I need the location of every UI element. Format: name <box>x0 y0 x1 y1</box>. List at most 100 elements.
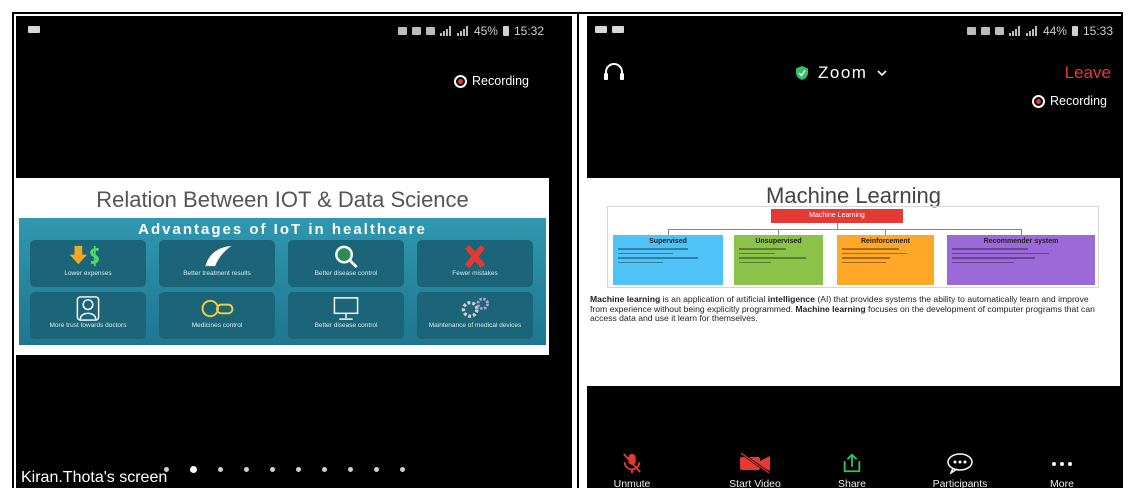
recording-indicator: Recording <box>1032 94 1107 108</box>
wifi-icon <box>994 27 1004 35</box>
text-line <box>618 248 688 250</box>
page-dot[interactable] <box>374 467 379 472</box>
page-dot[interactable] <box>400 467 405 472</box>
text-line <box>739 248 787 250</box>
sim-icon <box>980 27 990 35</box>
text-line <box>842 261 886 263</box>
page-dot[interactable] <box>322 467 327 472</box>
connector-line <box>668 229 1022 230</box>
record-icon <box>454 74 468 88</box>
record-icon <box>1032 94 1046 108</box>
alarm-icon <box>966 27 976 35</box>
magnifier-icon <box>335 245 358 269</box>
branch-unsupervised: Unsupervised <box>734 235 823 285</box>
signal-icon <box>1008 26 1020 36</box>
text-line <box>952 257 1035 259</box>
meeting-name: Zoom <box>818 63 868 82</box>
shared-slide: Machine Learning Machine Learning Superv… <box>587 178 1120 386</box>
text-line <box>618 261 663 263</box>
branch-title: Supervised <box>649 238 687 245</box>
participants-icon <box>947 453 973 474</box>
tile-device-maintenance: Maintenance of medical devices <box>417 292 533 339</box>
tile-trust-doctors: More trust towards doctors <box>30 292 146 339</box>
infographic-heading: Advantages of IoT in healthcare <box>138 221 427 238</box>
status-right: 44% 15:33 <box>966 22 1113 40</box>
shield-icon <box>796 66 808 80</box>
infographic: Advantages of IoT in healthcare Lower ex… <box>19 218 546 345</box>
tile-label: More trust towards doctors <box>49 322 127 329</box>
participants-button[interactable]: Participants <box>915 452 1005 488</box>
page-dot[interactable] <box>296 467 301 472</box>
branch-title: Recommender system <box>983 238 1059 245</box>
status-left <box>28 26 40 33</box>
tile-label: Better treatment results <box>183 270 251 277</box>
alarm-icon <box>397 27 407 35</box>
status-right: 45% 15:32 <box>397 22 544 40</box>
page-dot[interactable] <box>190 466 197 473</box>
tile-fewer-mistakes: Fewer mistakes <box>417 240 533 287</box>
page-dot[interactable] <box>270 467 275 472</box>
text-line <box>739 257 807 259</box>
signal-icon-2 <box>1025 26 1037 36</box>
tile-disease-control-2: Better disease control <box>288 292 404 339</box>
x-mark-icon <box>465 245 485 268</box>
text-line <box>739 261 771 263</box>
toolbar-label: Start Video <box>729 478 781 488</box>
signal-icon-2 <box>456 26 468 36</box>
paragraph-text: is an application of artificial <box>660 294 768 304</box>
toolbar-label: More <box>1050 478 1074 488</box>
right-phone-screen: 44% 15:33 Zoom Leave Recording Machine L… <box>587 16 1121 488</box>
tile-medicines-control: Medicines control <box>159 292 275 339</box>
text-line <box>618 257 698 259</box>
toolbar-label: Unmute <box>613 478 651 488</box>
share-icon <box>843 453 861 473</box>
page-dot[interactable] <box>218 467 223 472</box>
gallery-icon <box>595 26 607 33</box>
headphone-icon[interactable] <box>603 62 625 82</box>
meeting-name-button[interactable]: Zoom <box>796 62 888 84</box>
signal-icon <box>439 26 451 36</box>
tile-label: Better disease control <box>314 270 378 277</box>
tile-disease-control: Better disease control <box>288 240 404 287</box>
unmute-button[interactable]: Unmute <box>587 452 677 488</box>
battery-percent: 44% <box>1042 24 1067 38</box>
page-dot[interactable] <box>348 467 353 472</box>
text-line <box>842 248 899 250</box>
screen-owner-label: Kiran.Thota's screen <box>21 469 168 486</box>
toolbar-label: Participants <box>932 478 988 488</box>
battery-icon <box>502 26 509 36</box>
sim-icon <box>411 27 421 35</box>
battery-icon <box>1071 26 1078 36</box>
text-line <box>952 261 1015 263</box>
chevron-down-icon <box>877 70 888 76</box>
muted-mic-icon <box>623 453 641 474</box>
text-line <box>952 252 1049 254</box>
status-left <box>595 26 624 33</box>
wifi-icon <box>425 27 435 35</box>
branch-supervised: Supervised <box>613 235 723 285</box>
dollar-down-icon <box>69 245 100 267</box>
branch-title: Reinforcement <box>860 238 910 245</box>
share-button[interactable]: Share <box>807 452 897 488</box>
bold-term: Machine learning <box>795 303 866 314</box>
text-line <box>618 252 673 254</box>
bold-term: Machine learning <box>590 294 661 304</box>
tile-better-treatment: Better treatment results <box>159 240 275 287</box>
tile-label: Fewer mistakes <box>452 270 498 277</box>
slide-paragraph: Machine learning is an application of ar… <box>590 294 1102 324</box>
tile-grid: Lower expenses Better treatment results … <box>30 240 535 339</box>
monitor-icon <box>333 297 359 320</box>
branch-reinforcement: Reinforcement <box>837 235 934 285</box>
more-icon <box>1052 462 1072 466</box>
more-button[interactable]: More <box>1017 452 1107 488</box>
left-phone-screen: 45% 15:32 Recording Relation Between IOT… <box>16 16 572 488</box>
page-dot[interactable] <box>244 467 249 472</box>
branch-recommender: Recommender system <box>947 235 1095 285</box>
leave-button[interactable]: Leave <box>1065 63 1111 83</box>
toolbar-label: Share <box>837 478 867 488</box>
tile-lower-expenses: Lower expenses <box>30 240 146 287</box>
page-indicator[interactable] <box>164 466 405 473</box>
leaf-icon <box>205 245 232 267</box>
start-video-button[interactable]: Start Video <box>710 452 800 488</box>
status-bar: 44% 15:33 <box>587 22 1121 40</box>
